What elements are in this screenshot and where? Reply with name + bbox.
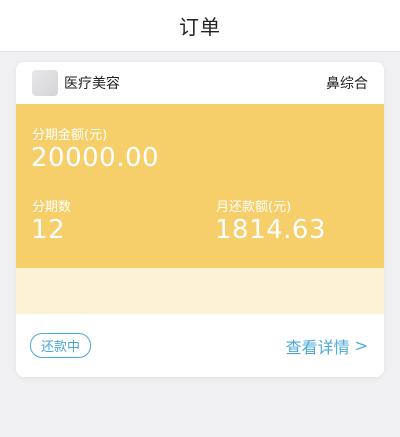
order-card[interactable]: 医疗美容 鼻综合 分期金额(元) 20000.00 分期数 12 月还款额(元)… xyxy=(16,62,384,377)
monthly-payment-label: 月还款额(元) xyxy=(216,200,292,215)
view-details-link[interactable]: 查看详情 > xyxy=(286,334,368,358)
merchant-name: 医疗美容 xyxy=(64,76,120,92)
installment-amount-value: 20000.00 xyxy=(31,143,160,173)
installment-count-value: 12 xyxy=(31,215,66,245)
product-name: 鼻综合 xyxy=(326,76,368,92)
status-badge: 还款中 xyxy=(30,333,92,358)
navbar: 订单 xyxy=(0,0,400,52)
page-title: 订单 xyxy=(179,15,221,39)
panel-bottom-strip xyxy=(16,268,384,314)
installment-count-label: 分期数 xyxy=(32,200,72,215)
monthly-payment-value: 1814.63 xyxy=(215,215,327,245)
chevron-right-icon: > xyxy=(354,336,368,355)
installment-panel: 分期金额(元) 20000.00 分期数 12 月还款额(元) 1814.63 xyxy=(16,104,384,268)
installment-amount-label: 分期金额(元) xyxy=(32,128,108,143)
view-details-label: 查看详情 xyxy=(285,337,350,357)
merchant-avatar xyxy=(32,70,58,96)
merchant: 医疗美容 xyxy=(32,70,120,96)
order-card-header: 医疗美容 鼻综合 xyxy=(16,62,384,104)
order-card-footer: 还款中 查看详情 > xyxy=(16,314,384,377)
